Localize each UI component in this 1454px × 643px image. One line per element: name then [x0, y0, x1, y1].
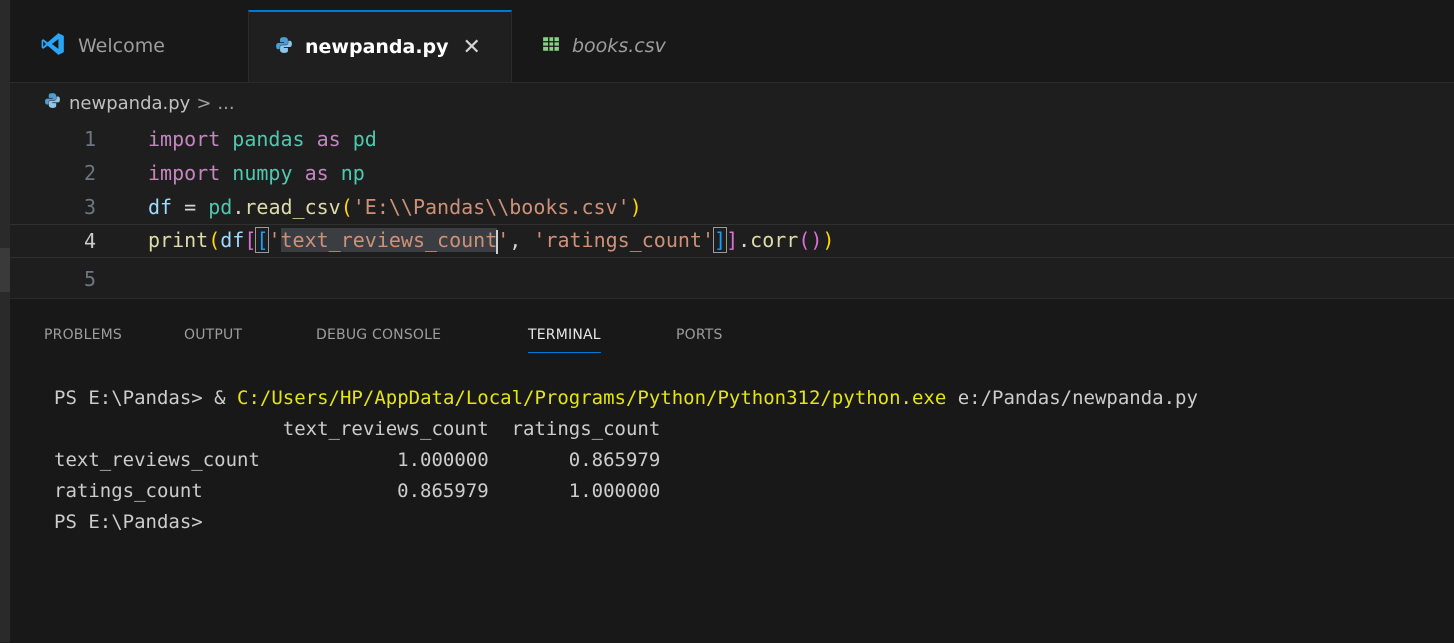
line-code: import pandas as pd	[148, 127, 377, 151]
line-code: import numpy as np	[148, 161, 365, 185]
vscode-logo-icon	[40, 31, 66, 62]
terminal-output-line: ratings_count 0.865979 1.000000	[54, 480, 661, 502]
keyword: import	[148, 161, 221, 185]
terminal-prompt: PS E:\Pandas>	[54, 387, 215, 409]
module-alias: pd	[352, 127, 377, 151]
tab-welcome-label: Welcome	[78, 35, 165, 57]
code-line[interactable]: 1 import pandas as pd	[10, 122, 1454, 156]
breadcrumb-more[interactable]: ...	[217, 93, 234, 114]
module-alias: np	[340, 161, 365, 185]
module-alias: pd	[208, 195, 233, 219]
function-name: print	[148, 228, 209, 253]
line-number: 5	[83, 267, 96, 291]
window-left-edge	[0, 0, 10, 642]
selected-text: text_reviews_count	[280, 228, 498, 253]
terminal-executable: C:/Users/HP/AppData/Local/Programs/Pytho…	[237, 387, 947, 409]
tab-output[interactable]: OUTPUT	[184, 327, 242, 343]
variable: df	[220, 228, 245, 253]
bracket: ]	[726, 228, 739, 253]
tab-terminal[interactable]: TERMINAL	[528, 327, 601, 353]
keyword: as	[304, 161, 329, 185]
line-code: df = pd.read_csv('E:\\Pandas\\books.csv'…	[148, 195, 642, 219]
keyword: import	[148, 127, 221, 151]
string-literal: 'ratings_count'	[533, 228, 715, 253]
line-number: 4	[83, 229, 96, 253]
keyword: as	[316, 127, 341, 151]
paren: )	[629, 195, 642, 219]
code-editor[interactable]: 1 import pandas as pd 2 import numpy as …	[10, 122, 1454, 296]
bracket-match: [	[255, 227, 270, 254]
bracket-match: ]	[713, 227, 728, 254]
tab-books-csv-label: books.csv	[572, 35, 666, 57]
tab-welcome[interactable]: Welcome	[28, 10, 246, 82]
code-line-current[interactable]: 4 print(df[['text_reviews_count', 'ratin…	[10, 224, 1454, 258]
terminal-output-line: text_reviews_count ratings_count	[54, 418, 661, 440]
chevron-right-icon: >	[196, 92, 212, 114]
line-number: 1	[83, 127, 96, 151]
python-icon	[44, 92, 61, 114]
tab-ports[interactable]: PORTS	[676, 327, 723, 343]
string-quote: '	[268, 228, 281, 253]
paren: (	[208, 228, 221, 253]
terminal[interactable]: PS E:\Pandas> & C:/Users/HP/AppData/Loca…	[54, 383, 1198, 538]
variable: df	[148, 195, 173, 219]
terminal-command-line: PS E:\Pandas> & C:/Users/HP/AppData/Loca…	[54, 383, 1198, 414]
line-code: print(df[['text_reviews_count', 'ratings…	[148, 227, 835, 254]
dot: .	[738, 228, 751, 253]
code-line[interactable]: 5	[10, 262, 1454, 296]
terminal-final-prompt: PS E:\Pandas>	[54, 511, 203, 533]
edge-marker	[0, 248, 10, 292]
paren: (	[340, 195, 353, 219]
tab-debug-console[interactable]: DEBUG CONSOLE	[316, 327, 441, 343]
function-name: read_csv	[244, 195, 341, 219]
paren: (	[798, 228, 811, 253]
table-icon	[542, 35, 560, 58]
tab-newpanda-py[interactable]: newpanda.py ✕	[248, 10, 512, 82]
tab-problems[interactable]: PROBLEMS	[44, 327, 122, 343]
terminal-script-path: e:/Pandas/newpanda.py	[946, 387, 1198, 409]
bottom-panel: PROBLEMS OUTPUT DEBUG CONSOLE TERMINAL P…	[10, 298, 1454, 643]
terminal-output-line: text_reviews_count 1.000000 0.865979	[54, 449, 661, 471]
breadcrumb[interactable]: newpanda.py > ...	[44, 90, 235, 116]
string-literal: 'E:\\Pandas\\books.csv'	[352, 195, 630, 219]
line-number: 2	[83, 161, 96, 185]
string-quote: '	[497, 228, 510, 253]
breadcrumb-file[interactable]: newpanda.py	[69, 93, 190, 114]
comma: ,	[509, 228, 534, 253]
code-line[interactable]: 3 df = pd.read_csv('E:\\Pandas\\books.cs…	[10, 190, 1454, 224]
module-name: numpy	[232, 161, 293, 185]
terminal-operator: &	[214, 387, 238, 409]
module-name: pandas	[232, 127, 305, 151]
line-number: 3	[83, 195, 96, 219]
operator: =	[172, 195, 209, 219]
function-name: corr	[750, 228, 799, 253]
dot: .	[232, 195, 245, 219]
editor-tab-bar: Welcome newpanda.py ✕ books.csv	[10, 0, 1454, 83]
close-icon[interactable]: ✕	[463, 35, 481, 60]
bracket: [	[244, 228, 257, 253]
tab-newpanda-label: newpanda.py	[305, 36, 449, 58]
paren: )	[822, 228, 835, 253]
paren: )	[810, 228, 823, 253]
code-line[interactable]: 2 import numpy as np	[10, 156, 1454, 190]
python-icon	[275, 36, 293, 59]
tab-books-csv[interactable]: books.csv	[512, 10, 712, 82]
